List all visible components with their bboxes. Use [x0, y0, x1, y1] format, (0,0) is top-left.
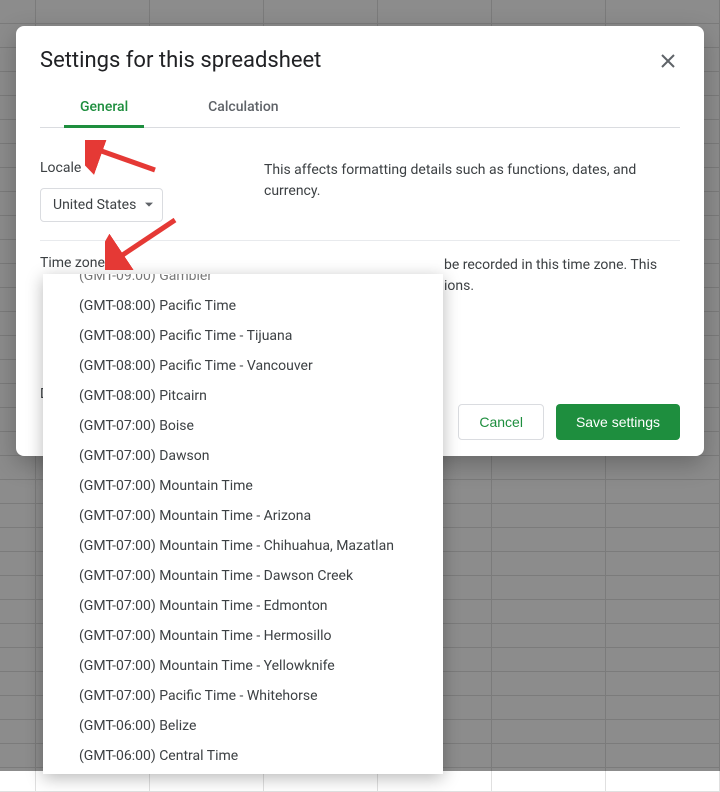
timezone-option[interactable]: (GMT-07:00) Mountain Time - Arizona — [43, 501, 443, 531]
timezone-option[interactable]: (GMT-06:00) Belize — [43, 711, 443, 741]
close-button[interactable] — [656, 49, 680, 73]
timezone-option[interactable]: (GMT-08:00) Pacific Time - Vancouver — [43, 351, 443, 381]
timezone-desc-line1: be recorded in this time zone. This — [444, 257, 657, 273]
timezone-option[interactable]: (GMT-07:00) Dawson — [43, 441, 443, 471]
timezone-option[interactable]: (GMT-09:00) Gambier — [43, 274, 443, 291]
timezone-option[interactable]: (GMT-07:00) Pacific Time - Whitehorse — [43, 681, 443, 711]
timezone-label: Time zone — [40, 255, 240, 271]
dialog-actions: Cancel Save settings — [458, 404, 680, 440]
timezone-option[interactable]: (GMT-06:00) Central Time — [43, 741, 443, 771]
tab-general[interactable]: General — [64, 89, 144, 128]
cancel-button[interactable]: Cancel — [458, 404, 544, 440]
timezone-option[interactable]: (GMT-07:00) Mountain Time - Yellowknife — [43, 651, 443, 681]
timezone-option[interactable]: (GMT-07:00) Mountain Time - Dawson Creek — [43, 561, 443, 591]
dialog-title: Settings for this spreadsheet — [40, 48, 321, 73]
tab-calculation[interactable]: Calculation — [192, 89, 294, 128]
timezone-dropdown-list[interactable]: (GMT-09:00) Gambier(GMT-08:00) Pacific T… — [43, 274, 443, 774]
close-icon — [660, 53, 676, 69]
dialog-header: Settings for this spreadsheet — [16, 26, 704, 81]
locale-label: Locale — [40, 160, 240, 176]
locale-select[interactable]: United States — [40, 188, 163, 222]
timezone-option[interactable]: (GMT-07:00) Mountain Time — [43, 471, 443, 501]
timezone-option[interactable]: (GMT-08:00) Pacific Time - Tijuana — [43, 321, 443, 351]
timezone-option[interactable]: (GMT-08:00) Pacific Time — [43, 291, 443, 321]
timezone-option[interactable]: (GMT-07:00) Mountain Time - Hermosillo — [43, 621, 443, 651]
locale-description: This affects formatting details such as … — [264, 160, 680, 222]
timezone-option[interactable]: (GMT-08:00) Pitcairn — [43, 381, 443, 411]
tabs-bar: General Calculation — [40, 89, 680, 128]
timezone-option[interactable]: (GMT-07:00) Mountain Time - Chihuahua, M… — [43, 531, 443, 561]
locale-section: Locale United States This affects format… — [40, 146, 680, 241]
timezone-option[interactable]: (GMT-07:00) Mountain Time - Edmonton — [43, 591, 443, 621]
timezone-desc-line2: ions. — [444, 278, 474, 294]
locale-value: United States — [53, 197, 136, 213]
timezone-option[interactable]: (GMT-07:00) Boise — [43, 411, 443, 441]
save-button[interactable]: Save settings — [556, 404, 680, 440]
timezone-dropdown[interactable]: (GMT-09:00) Gambier(GMT-08:00) Pacific T… — [43, 274, 443, 774]
